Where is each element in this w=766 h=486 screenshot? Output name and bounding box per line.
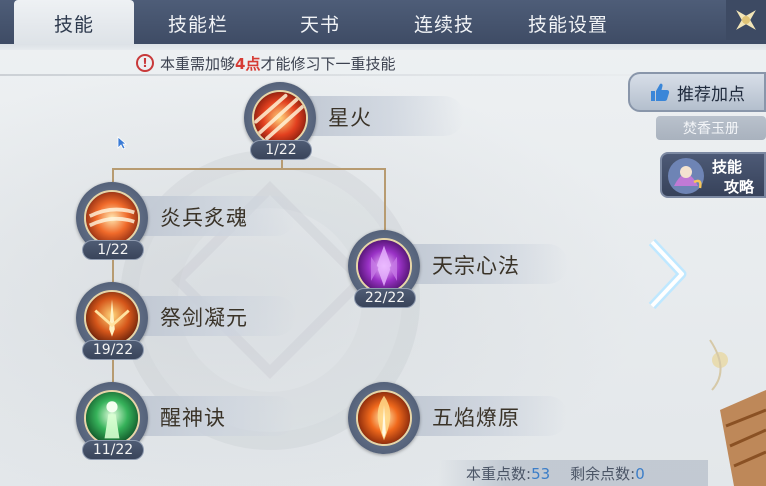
skill-window: 技能 技能栏 天书 连续技 技能设置 ! 本重需加够 4点 才能修习下一重技能 星火	[0, 0, 766, 486]
current-points-label: 本重点数:	[466, 464, 532, 483]
guide-label-line2: 攻略	[724, 178, 755, 196]
flame-swirl-icon	[84, 190, 140, 246]
connector-line	[112, 168, 386, 170]
thumbs-up-icon	[651, 83, 670, 101]
skill-guide-button[interactable]: 技能 攻略	[660, 152, 766, 198]
remaining-points: 剩余点数:0	[570, 463, 645, 484]
guide-label-line1: 技能	[712, 158, 743, 176]
tab-heavenly-book[interactable]: 天书	[260, 0, 380, 46]
skill-level: 19/22	[82, 340, 144, 360]
current-points-value: 53	[531, 464, 551, 483]
skill-name: 祭剑凝元	[160, 306, 248, 330]
close-button[interactable]	[726, 0, 766, 40]
skill-name: 天宗心法	[432, 254, 520, 278]
skill-level: 22/22	[354, 288, 416, 308]
skill-name: 醒神诀	[160, 406, 226, 430]
tab-combo-skills[interactable]: 连续技	[384, 0, 504, 46]
tab-skill-settings[interactable]: 技能设置	[508, 0, 628, 46]
chevron-right-icon	[648, 238, 687, 310]
skill-name: 五焰燎原	[432, 406, 520, 430]
connector-line	[112, 168, 114, 182]
current-points: 本重点数:53	[466, 463, 550, 484]
recommend-label: 推荐加点	[677, 84, 745, 105]
tab-bar-edge	[0, 44, 766, 50]
skill-node[interactable]: 祭剑凝元 19/22	[76, 282, 296, 366]
skill-node[interactable]: 五焰燎原	[348, 382, 568, 466]
decorative-ornament	[700, 330, 766, 486]
alert-icon: !	[136, 54, 154, 72]
purple-crystal-icon	[356, 238, 412, 294]
tab-bar: 技能 技能栏 天书 连续技 技能设置	[0, 0, 766, 48]
remaining-points-label: 剩余点数:	[570, 464, 636, 483]
warning-suffix: 才能修习下一重技能	[260, 54, 396, 73]
skill-node[interactable]: 醒神诀 11/22	[76, 382, 296, 466]
points-footer: 本重点数:53 剩余点数:0	[438, 460, 708, 486]
remaining-points-value: 0	[635, 464, 645, 483]
skill-node[interactable]: 炎兵炙魂 1/22	[76, 182, 296, 266]
skill-level: 11/22	[82, 440, 144, 460]
recommend-points-button[interactable]: 推荐加点	[628, 72, 766, 112]
mouse-cursor-icon	[117, 136, 127, 150]
warning-prefix: 本重需加够	[160, 54, 236, 73]
guide-character-icon	[668, 158, 704, 194]
skill-node[interactable]: 天宗心法 22/22	[348, 230, 568, 314]
incense-jade-book-button[interactable]: 焚香玉册	[656, 116, 766, 140]
warning-divider	[0, 74, 700, 76]
skill-name: 星火	[328, 106, 372, 130]
skill-node[interactable]: 星火 1/22	[244, 82, 464, 166]
tab-skills[interactable]: 技能	[14, 0, 134, 46]
tab-skill-bar[interactable]: 技能栏	[138, 0, 258, 46]
skill-level: 1/22	[82, 240, 144, 260]
close-icon	[736, 10, 756, 30]
connector-line	[384, 168, 386, 230]
level-warning: ! 本重需加够 4点 才能修习下一重技能	[136, 52, 395, 74]
incense-label: 焚香玉册	[683, 121, 739, 137]
warning-highlight: 4点	[235, 54, 261, 73]
next-page-arrow[interactable]	[646, 238, 688, 310]
fire-pillar-icon	[356, 390, 412, 446]
skill-name: 炎兵炙魂	[160, 206, 248, 230]
skill-level: 1/22	[250, 140, 312, 160]
green-spirit-icon	[84, 390, 140, 446]
sword-aura-icon	[84, 290, 140, 346]
fire-slash-icon	[252, 90, 308, 146]
skill-icon-frame	[348, 382, 420, 454]
